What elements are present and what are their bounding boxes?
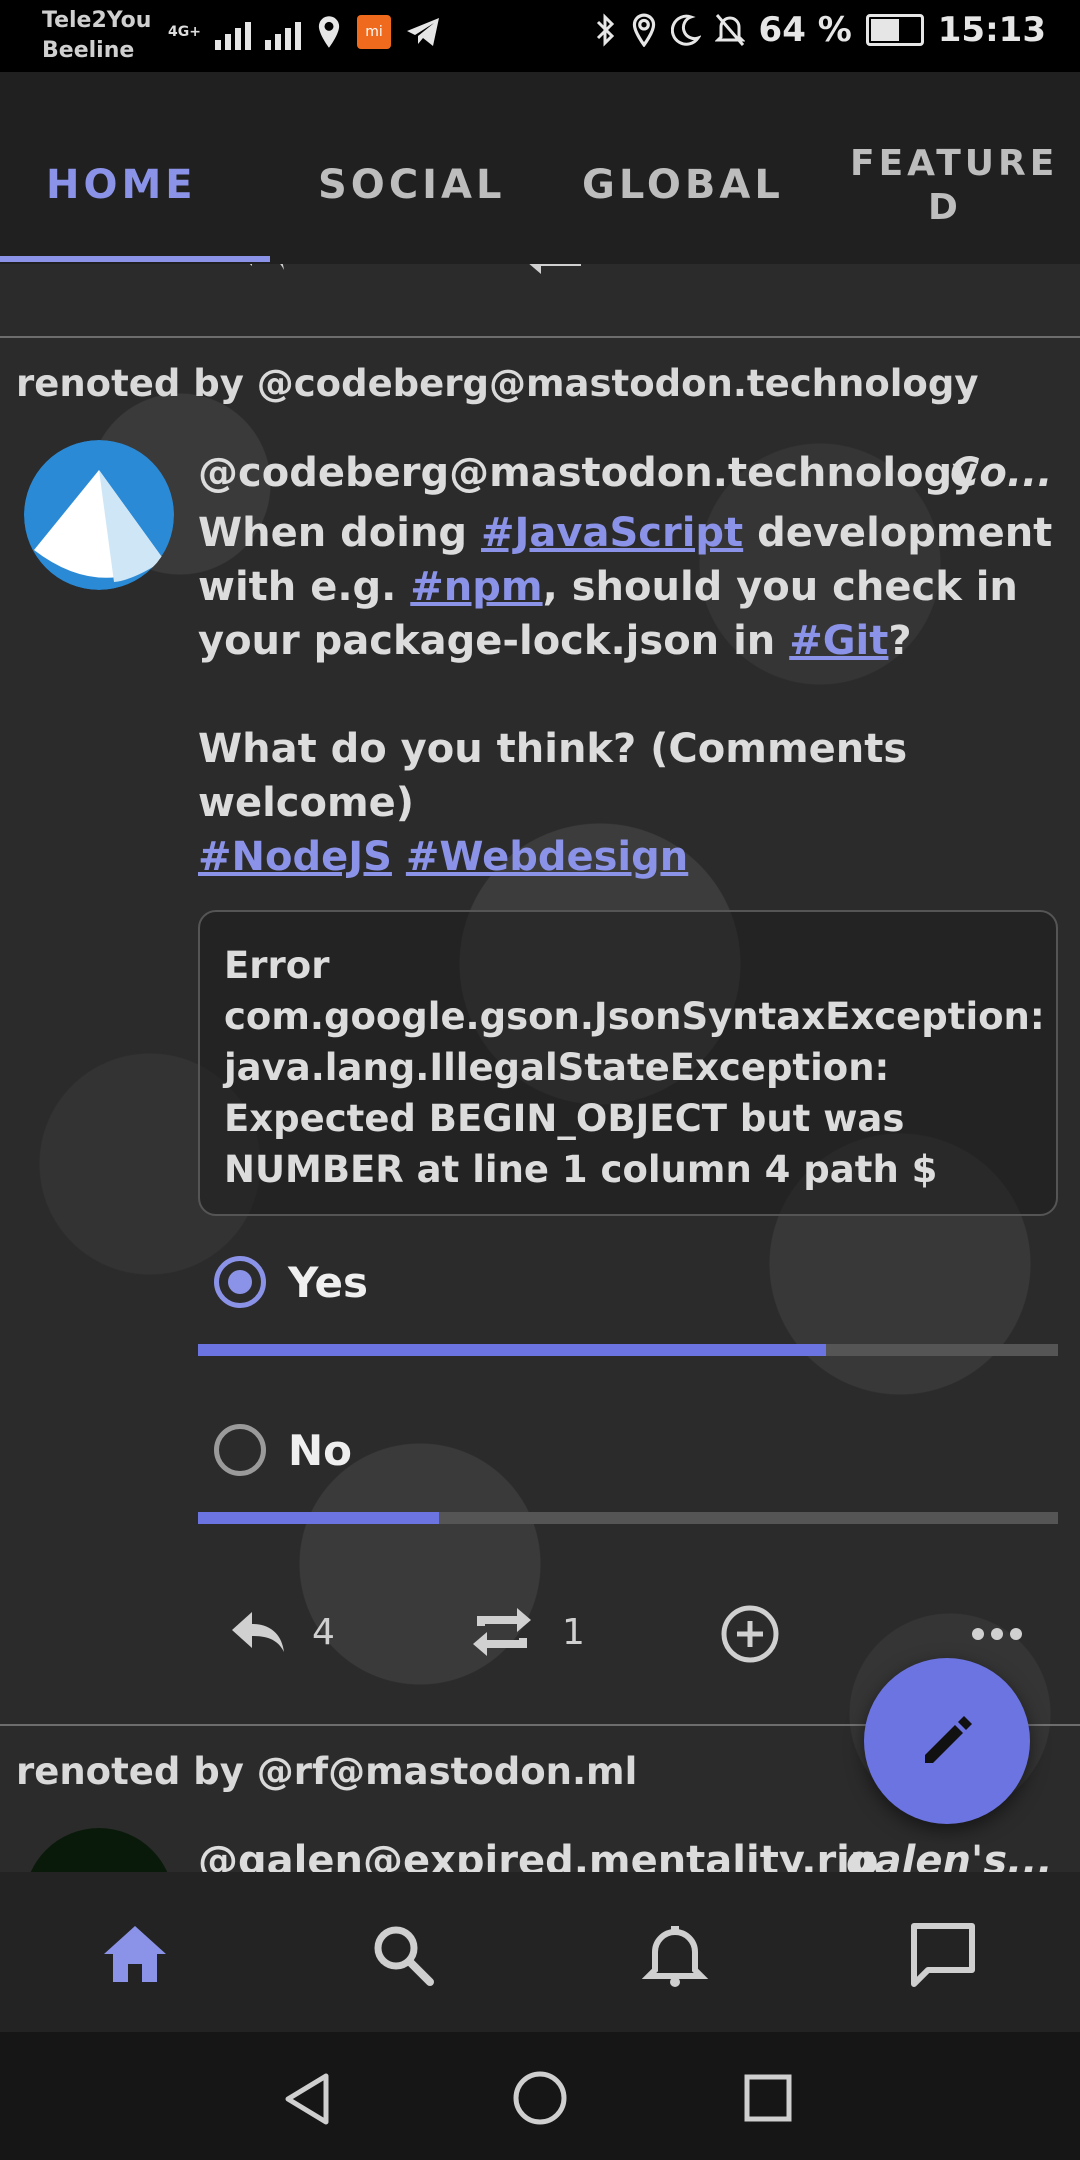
hashtag-webdesign[interactable]: #Webdesign <box>406 834 688 880</box>
post-display-name[interactable]: Co... <box>950 450 1052 496</box>
post-text: ? <box>888 618 912 664</box>
poll-error-box: Error com.google.gson.JsonSyntaxExceptio… <box>198 910 1058 1216</box>
home-button-icon[interactable] <box>512 2070 568 2126</box>
radio-selected-icon[interactable] <box>214 1256 266 1308</box>
reblogged-by[interactable]: renoted by @codeberg@mastodon.technology <box>16 362 978 405</box>
radio-unselected-icon[interactable] <box>214 1424 266 1476</box>
tab-featured[interactable]: FEATURE D <box>850 142 1054 230</box>
poll-option-yes[interactable]: Yes <box>214 1256 368 1308</box>
back-icon[interactable] <box>282 2072 332 2126</box>
moon-icon <box>670 14 701 46</box>
carrier-1: Tele2You <box>42 8 152 33</box>
avatar[interactable] <box>24 440 174 590</box>
reblog-count: 4 <box>621 264 644 271</box>
reblog-icon[interactable] <box>521 264 591 276</box>
hashtag-javascript[interactable]: #JavaScript <box>481 510 743 556</box>
recents-icon[interactable] <box>744 2074 792 2122</box>
home-icon[interactable] <box>100 1920 170 1990</box>
carrier-info: Tele2You Beeline <box>42 6 151 66</box>
carrier-2: Beeline <box>42 38 135 63</box>
tab-global[interactable]: GLOBAL <box>582 162 784 208</box>
battery-icon <box>865 14 924 46</box>
avatar[interactable] <box>24 1828 174 1872</box>
add-reaction-icon[interactable] <box>720 1604 780 1664</box>
reblogged-by[interactable]: renoted by @rf@mastodon.ml <box>16 1750 637 1793</box>
compose-button[interactable] <box>864 1658 1030 1824</box>
hashtag-nodejs[interactable]: #NodeJS <box>198 834 392 880</box>
hashtag-git[interactable]: #Git <box>789 618 888 664</box>
battery-percent: 64 % <box>758 10 852 50</box>
location-icon <box>632 13 655 47</box>
hashtag-npm[interactable]: #npm <box>410 564 542 610</box>
reblog-action: 1 <box>466 1606 585 1658</box>
reply-count: 1 <box>318 264 341 271</box>
poll-option-label: No <box>288 1425 353 1475</box>
post-display-name[interactable]: galen's... <box>846 1838 1053 1872</box>
poll-bar-fill <box>198 1344 826 1356</box>
signal-icon <box>264 14 301 50</box>
system-navigation <box>0 2032 1080 2160</box>
post-actions: 4 <box>228 1606 335 1658</box>
post-question: What do you think? (Comments welcome) <box>198 726 908 826</box>
reply-count: 4 <box>312 1611 335 1653</box>
hashtag-row: #NodeJS #Webdesign <box>198 830 1058 884</box>
poll-option-label: Yes <box>288 1257 369 1307</box>
search-icon[interactable] <box>368 1920 438 1990</box>
signal-icon <box>214 14 251 50</box>
reply-icon[interactable] <box>228 1606 288 1658</box>
location-icon <box>318 16 340 48</box>
status-bar: Tele2You Beeline 4G+ mi 64 % 15:13 <box>0 0 1080 72</box>
tab-indicator <box>0 256 270 262</box>
bluetooth-icon <box>596 13 614 47</box>
poll-option-no[interactable]: No <box>214 1424 352 1476</box>
clock: 15:13 <box>937 10 1046 50</box>
pencil-icon <box>925 1716 972 1763</box>
post-text: When doing <box>198 510 481 556</box>
bottom-navigation <box>0 1872 1080 2032</box>
bell-off-icon <box>714 14 745 46</box>
notifications-icon[interactable] <box>640 1920 710 1990</box>
poll-bar-yes <box>198 1344 1058 1356</box>
poll-bar-fill <box>198 1512 439 1524</box>
reply-icon[interactable] <box>228 264 288 276</box>
timeline-feed[interactable]: 1 4 renoted by @codeberg@mastodon.techno… <box>0 264 1080 1872</box>
network-type: 4G+ <box>168 24 201 40</box>
mi-app-icon: mi <box>356 15 391 49</box>
tab-social[interactable]: SOCIAL <box>318 162 506 208</box>
reblog-icon[interactable] <box>466 1606 538 1658</box>
post-divider <box>0 336 1080 338</box>
battery-level <box>870 19 899 41</box>
previous-post-actions: 1 4 <box>228 264 644 276</box>
post-content: When doing #JavaScript development with … <box>198 506 1058 884</box>
telegram-icon <box>406 18 439 46</box>
poll-bar-no <box>198 1512 1058 1524</box>
more-options-icon[interactable] <box>970 1624 1024 1644</box>
reblog-count: 1 <box>562 1611 585 1653</box>
timeline-tabs: HOME SOCIAL GLOBAL FEATURE D <box>0 72 1080 264</box>
post-account[interactable]: @codeberg@mastodon.technology <box>198 450 978 496</box>
tab-home[interactable]: HOME <box>46 162 197 208</box>
messages-icon[interactable] <box>908 1920 978 1990</box>
post-account[interactable]: @galen@expired.mentality.rip <box>198 1838 879 1872</box>
